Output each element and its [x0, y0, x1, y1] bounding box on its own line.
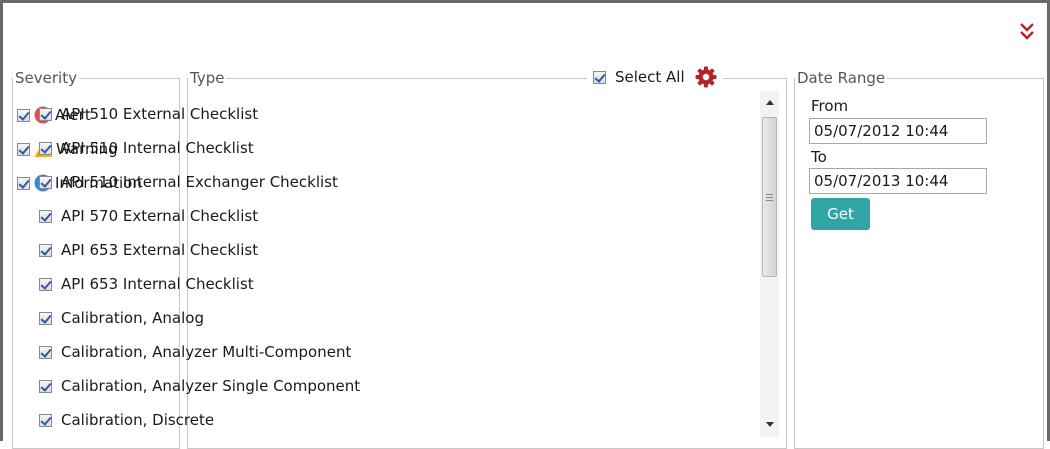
select-all-checkbox[interactable]: [593, 70, 606, 84]
list-item[interactable]: API 510 Internal Exchanger Checklist: [39, 165, 569, 199]
item-checkbox[interactable]: [39, 243, 52, 257]
scroll-up-icon[interactable]: [760, 93, 779, 111]
select-all-label: Select All: [615, 68, 685, 86]
gear-icon[interactable]: [695, 66, 717, 88]
select-all-control[interactable]: Select All: [587, 66, 723, 88]
list-item[interactable]: API 510 External Checklist: [39, 97, 569, 131]
item-checkbox[interactable]: [39, 379, 52, 393]
scroll-down-icon[interactable]: [760, 415, 779, 433]
information-checkbox[interactable]: [17, 176, 30, 190]
scrollbar-grip-icon: [766, 194, 773, 201]
item-label: API 570 External Checklist: [61, 207, 259, 225]
alert-checkbox[interactable]: [17, 108, 30, 122]
item-label: Calibration, Analog: [61, 309, 204, 327]
date-range-legend: Date Range: [797, 69, 886, 87]
list-item[interactable]: API 510 Internal Checklist: [39, 131, 569, 165]
type-list-scrollbar[interactable]: [760, 91, 779, 437]
from-label: From: [811, 97, 849, 115]
to-label: To: [811, 148, 827, 166]
item-label: API 510 External Checklist: [61, 105, 259, 123]
item-label: API 510 Internal Checklist: [61, 139, 254, 157]
item-label: Calibration, Analyzer Multi-Component: [61, 343, 352, 361]
list-item[interactable]: Calibration, Discrete: [39, 403, 569, 437]
double-chevron-down-icon[interactable]: [1019, 21, 1035, 43]
list-item[interactable]: Calibration, Analyzer Single Component: [39, 369, 569, 403]
list-item[interactable]: Calibration, Analyzer Multi-Component: [39, 335, 569, 369]
item-checkbox[interactable]: [39, 413, 52, 427]
from-date-input[interactable]: [809, 118, 987, 144]
list-item[interactable]: API 653 External Checklist: [39, 233, 569, 267]
item-label: Calibration, Analyzer Single Component: [61, 377, 361, 395]
list-item[interactable]: API 570 External Checklist: [39, 199, 569, 233]
item-label: API 653 External Checklist: [61, 241, 259, 259]
warning-checkbox[interactable]: [17, 142, 30, 156]
item-checkbox[interactable]: [39, 311, 52, 325]
item-checkbox[interactable]: [39, 209, 52, 223]
item-checkbox[interactable]: [39, 277, 52, 291]
item-checkbox[interactable]: [39, 141, 52, 155]
to-date-input[interactable]: [809, 168, 987, 194]
item-label: API 510 Internal Exchanger Checklist: [61, 173, 338, 191]
filter-panel: Severity Alert Warning Information Type …: [0, 0, 1050, 449]
item-checkbox[interactable]: [39, 345, 52, 359]
type-legend: Type: [190, 69, 225, 87]
get-button[interactable]: Get: [811, 198, 870, 230]
type-list: API 510 External Checklist API 510 Inter…: [39, 97, 569, 437]
scrollbar-thumb[interactable]: [762, 117, 777, 277]
list-item[interactable]: API 653 Internal Checklist: [39, 267, 569, 301]
item-label: API 653 Internal Checklist: [61, 275, 254, 293]
severity-legend: Severity: [15, 69, 77, 87]
list-item[interactable]: Calibration, Analog: [39, 301, 569, 335]
item-label: Calibration, Discrete: [61, 411, 215, 429]
item-checkbox[interactable]: [39, 107, 52, 121]
item-checkbox[interactable]: [39, 175, 52, 189]
